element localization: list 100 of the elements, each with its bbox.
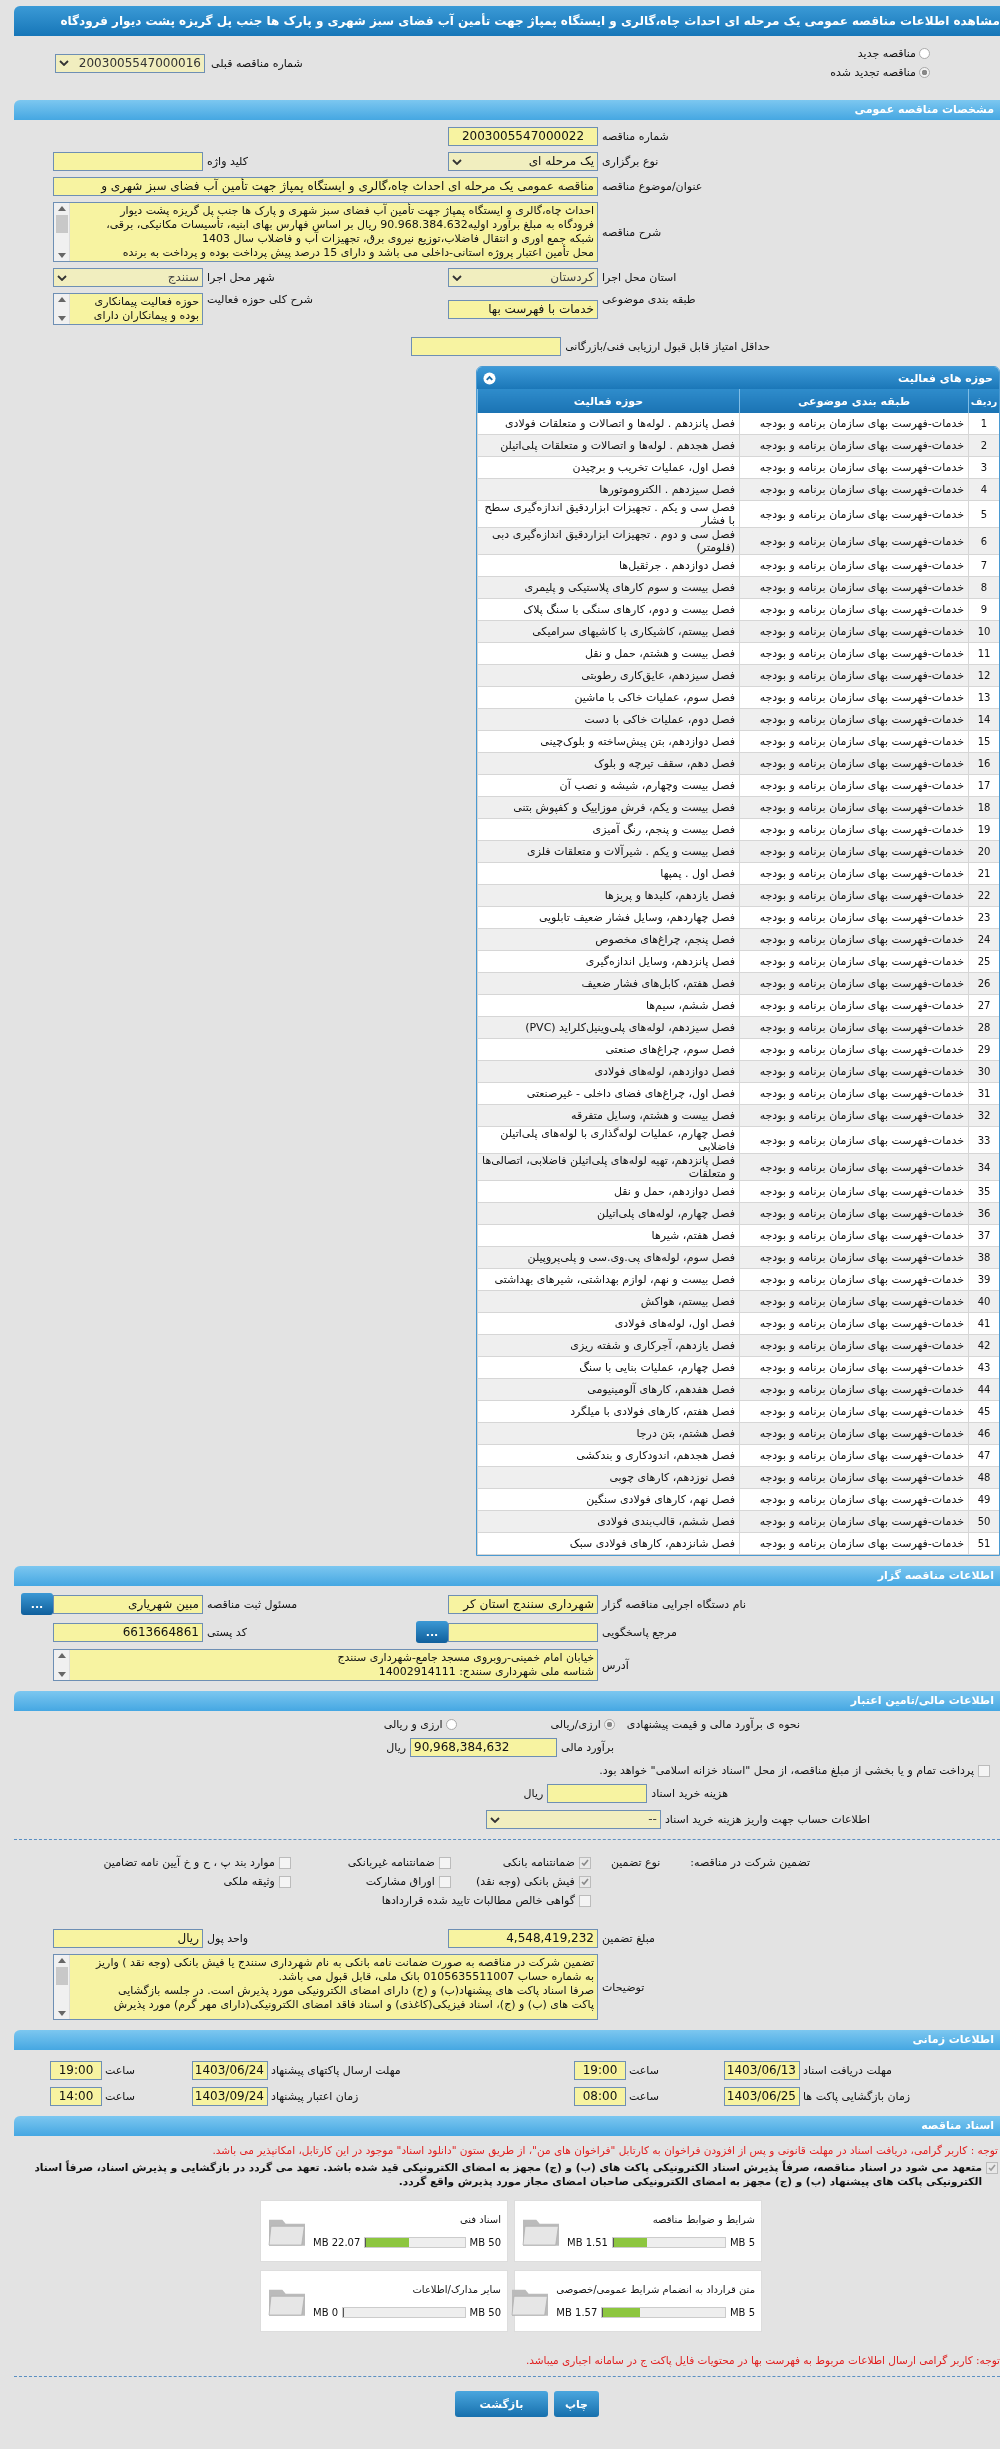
holding-type-select[interactable]: یک مرحله ای — [448, 152, 598, 171]
field-label: نحوه ی برآورد مالی و قیمت پیشنهادی — [626, 1718, 800, 1731]
checkbox[interactable] — [438, 1875, 451, 1888]
table-cell: فصل بیست و یکم، فرش موزاییک و کفپوش بتنی — [477, 796, 740, 819]
table-cell: خدمات-فهرست بهای سازمان برنامه و بودجه — [739, 950, 969, 973]
table-cell: فصل دوازدهم . جرثقیل‌ها — [477, 554, 740, 577]
table-cell: 25 — [968, 950, 999, 973]
table-cell: خدمات-فهرست بهای سازمان برنامه و بودجه — [739, 972, 969, 995]
scroll-down-icon[interactable] — [57, 316, 66, 321]
guarantee-amount-field[interactable]: 4,548,419,232 — [448, 1929, 598, 1948]
scrollbar[interactable] — [54, 1955, 70, 2019]
tender-number-field[interactable]: 2003005547000022 — [448, 127, 598, 146]
description-textarea[interactable]: احداث چاه،گالری و ایستگاه پمپاژ جهت تأمین آب فضای سبز شهری و پارک ها جنب پل گریزه پشت دیوار فرودگاه به مبلغ برآورد اولیه90.968.384.632 ریال بر اساس فهارس بهای ابنیه، تأسیسات مکانیکی، برقی، شبکه جمع اوری و انتقال فاضلاب،توزیع نیروی برق، تجهیزات آب و فاضلاب سال 1403 محل تأمین اعتبار پروژه استانی-داخلی می باشد و دارای 15 درصد پیش پرداخت بوده و پرداخت به برنده — [53, 202, 598, 262]
scroll-up-icon[interactable] — [57, 1958, 66, 1963]
document-fee-field[interactable] — [547, 1784, 648, 1803]
checkbox[interactable] — [986, 2162, 998, 2174]
date-field[interactable]: 1403/06/13 — [724, 2060, 800, 2080]
scope-textarea[interactable]: حوزه فعالیت پیمانکاری بوده و پیمانکاران دارای — [53, 293, 203, 325]
scroll-down-icon[interactable] — [57, 2011, 66, 2016]
browse-button[interactable]: ... — [416, 1621, 448, 1643]
back-button[interactable]: بازگشت — [455, 2391, 548, 2417]
scroll-down-icon[interactable] — [57, 1672, 66, 1677]
time-field[interactable]: 14:00 — [50, 2086, 102, 2106]
browse-button[interactable]: ... — [21, 1593, 53, 1615]
table-cell: 7 — [968, 554, 999, 577]
scroll-down-icon[interactable] — [57, 253, 66, 258]
checkbox[interactable] — [578, 1856, 591, 1869]
table-cell: 26 — [968, 972, 999, 995]
table-cell: 36 — [968, 1202, 999, 1225]
checkbox[interactable] — [578, 1894, 591, 1907]
checkbox[interactable] — [438, 1856, 451, 1869]
table-cell: خدمات-فهرست بهای سازمان برنامه و بودجه — [739, 1180, 969, 1203]
table-cell: خدمات-فهرست بهای سازمان برنامه و بودجه — [739, 1466, 969, 1489]
table-cell: 30 — [968, 1060, 999, 1083]
city-select[interactable]: سنندج — [53, 268, 203, 287]
date-field[interactable]: 1403/06/24 — [192, 2060, 268, 2080]
scroll-up-icon[interactable] — [57, 1653, 66, 1658]
checkbox[interactable] — [278, 1856, 291, 1869]
agency-field[interactable]: شهرداری سنندج استان کر — [448, 1594, 598, 1614]
scroll-up-icon[interactable] — [57, 206, 66, 211]
previous-tender-select[interactable]: 2003005547000016 — [55, 53, 205, 73]
collapse-icon[interactable] — [483, 371, 496, 385]
time-field[interactable]: 08:00 — [574, 2086, 626, 2106]
file-size: 0 MB — [313, 2307, 339, 2318]
table-cell: فصل سیزدهم، لوله‌های پلی‌وینیل‌کلراید (PVC) — [477, 1016, 740, 1039]
table-cell: 39 — [968, 1268, 999, 1291]
table-cell: فصل هفتم، شیرها — [477, 1224, 740, 1247]
province-select[interactable]: کردستان — [448, 268, 598, 287]
date-field[interactable]: 1403/09/24 — [192, 2086, 268, 2106]
radio-button[interactable] — [445, 1719, 457, 1730]
commitment-text: متعهد می شود در اسناد مناقصه، صرفاً پذیرش اسناد الکترونیکی پاکت های (ب) و (ج) مجهز به امضای الکترونیکی قید شده باشد. تعهد می گردد در بازگشایی و پذیرش اسناد، صرفاً اسناد الکترونیکی پاکت های پیشنهاد (ب) و (ج) مجهز به امضای الکترونیکی صاحبان امضای مجاز مورد پذیرش واقع گردد. — [33, 2160, 982, 2188]
radio-button[interactable] — [603, 1719, 615, 1730]
column-header: ردیف — [968, 389, 999, 413]
registrar-field[interactable]: مبین شهریاری — [53, 1594, 203, 1614]
postal-code-field[interactable]: 6613664861 — [53, 1622, 203, 1642]
table-cell: خدمات-فهرست بهای سازمان برنامه و بودجه — [739, 1016, 969, 1039]
notes-textarea[interactable]: تضمین شرکت در مناقصه به صورت ضمانت نامه بانکی به نام شهرداری سنندج یا فیش بانکی (وجه نقد ) واریز به شماره حساب 0105635511007 بانک ملی، قابل قبول می باشد. صرفا اسناد پاکت های پیشنهاد(ب) و (ج) دارای امضای الکترونیکی مورد پذیرش است. در جلسه بازگشایی پاکت های (ب) و (ج)، اسناد فیزیکی(کاغذی) و اسناد فاقد امضای الکترونیکی(دارای مهر گرم) مورد پذیرش — [53, 1954, 598, 2020]
scrollbar[interactable] — [54, 1650, 70, 1680]
keyword-field[interactable] — [53, 152, 203, 171]
table-cell: خدمات-فهرست بهای سازمان برنامه و بودجه — [739, 1444, 969, 1467]
table-cell: 23 — [968, 906, 999, 929]
column-header: حوزه فعالیت — [477, 389, 740, 413]
scrollbar[interactable] — [54, 294, 70, 324]
table-cell: فصل چهاردهم، وسایل فشار ضعیف تابلویی — [477, 906, 740, 929]
estimate-field[interactable]: 90,968,384,632 — [410, 1738, 557, 1757]
table-cell: 34 — [968, 1153, 999, 1181]
table-cell: 8 — [968, 576, 999, 599]
radio-button[interactable] — [919, 48, 930, 59]
table-cell: فصل هفدهم، کارهای آلومینیومی — [477, 1378, 740, 1401]
table-cell: خدمات-فهرست بهای سازمان برنامه و بودجه — [739, 752, 969, 775]
currency-field[interactable]: ریال — [53, 1929, 203, 1948]
time-field[interactable]: 19:00 — [50, 2060, 102, 2080]
table-cell: 13 — [968, 686, 999, 709]
table-cell: 46 — [968, 1422, 999, 1445]
address-textarea[interactable]: خیابان امام خمینی-روبروی مسجد جامع-شهرداری سنندج شناسه ملی شهرداری سنندج: 14002914111 — [53, 1649, 598, 1681]
scroll-up-icon[interactable] — [57, 297, 66, 302]
checkbox[interactable] — [978, 1764, 990, 1777]
table-cell: فصل هجدهم . لوله‌ها و اتصالات و متعلقات پلی‌اتیلن — [477, 434, 740, 457]
table-cell: فصل ششم، قالب‌بندی فولادی — [477, 1510, 740, 1533]
scrollbar[interactable] — [54, 203, 70, 261]
time-field[interactable]: 19:00 — [574, 2060, 626, 2080]
min-score-field[interactable] — [411, 337, 562, 356]
category-field[interactable]: خدمات با فهرست بها — [448, 299, 598, 319]
table-cell: فصل سی و یکم . تجهیزات ابزاردقیق اندازه‌گیری سطح با فشار — [477, 500, 740, 528]
table-cell: فصل اول، چراغ‌های فضای داخلی - غیرصنعتی — [477, 1082, 740, 1105]
table-cell: 45 — [968, 1400, 999, 1423]
file-size: 1.51 MB — [567, 2237, 608, 2248]
responder-field[interactable] — [448, 1622, 598, 1642]
table-cell: خدمات-فهرست بهای سازمان برنامه و بودجه — [739, 1104, 969, 1127]
checkbox[interactable] — [278, 1875, 291, 1888]
subject-field[interactable]: مناقصه عمومی یک مرحله ای احداث چاه،گالری و ایستگاه پمپاژ جهت تأمین آب فضای سبز شهری و — [53, 177, 598, 196]
radio-button[interactable] — [919, 67, 930, 78]
notice-text: توجه: کاربر گرامی ارسال اطلاعات مربوط به فهرست بها در محتویات فایل پاکت ج در سامانه اجباری میباشد. — [524, 2354, 1000, 2366]
fee-account-select[interactable]: -- — [485, 1810, 661, 1829]
print-button[interactable]: چاپ — [554, 2391, 599, 2417]
checkbox[interactable] — [578, 1875, 591, 1888]
table-cell: خدمات-فهرست بهای سازمان برنامه و بودجه — [739, 598, 969, 621]
table-cell: 40 — [968, 1290, 999, 1313]
field-label: عنوان/موضوع مناقصه — [601, 180, 704, 193]
date-field[interactable]: 1403/06/25 — [724, 2086, 800, 2106]
